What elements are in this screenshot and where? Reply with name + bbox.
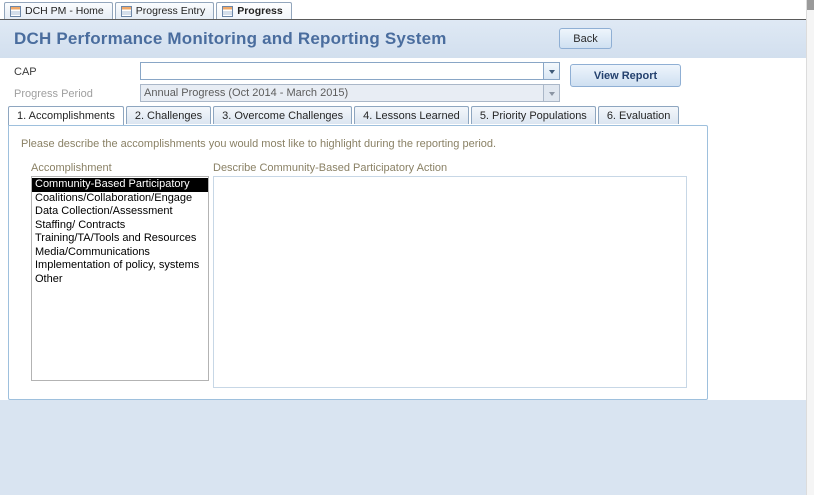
list-item[interactable]: Other [32, 273, 208, 287]
view-report-button[interactable]: View Report [570, 64, 681, 87]
list-item[interactable]: Data Collection/Assessment [32, 205, 208, 219]
doc-tab-progress-entry[interactable]: Progress Entry [115, 2, 214, 19]
accomplishment-list-label: Accomplishment [31, 162, 112, 174]
list-item[interactable]: Community-Based Participatory [32, 178, 208, 192]
progress-period-combobox[interactable]: Annual Progress (Oct 2014 - March 2015) [140, 84, 560, 102]
header: DCH Performance Monitoring and Reporting… [0, 20, 806, 58]
describe-textarea[interactable] [213, 176, 687, 388]
tab-evaluation[interactable]: 6. Evaluation [598, 106, 680, 124]
tab-lessons-learned[interactable]: 4. Lessons Learned [354, 106, 469, 124]
cap-combobox-value [141, 63, 543, 79]
list-item[interactable]: Media/Communications [32, 246, 208, 260]
doc-tab-progress[interactable]: Progress [216, 2, 292, 19]
page-title: DCH Performance Monitoring and Reporting… [14, 29, 447, 49]
accomplishments-panel: Please describe the accomplishments you … [8, 125, 708, 400]
document-tab-bar: DCH PM - Home Progress Entry Progress [0, 1, 806, 20]
describe-label: Describe Community-Based Participatory A… [213, 162, 447, 174]
progress-period-dropdown-arrow-icon [543, 85, 559, 101]
list-item[interactable]: Staffing/ Contracts [32, 219, 208, 233]
cap-label: CAP [14, 66, 37, 78]
tab-challenges[interactable]: 2. Challenges [126, 106, 211, 124]
doc-tab-label: Progress Entry [136, 5, 205, 17]
form-icon [10, 6, 21, 17]
form-icon [222, 6, 233, 17]
scrollbar-thumb[interactable] [807, 0, 814, 10]
progress-period-label: Progress Period [14, 88, 93, 100]
form-background [0, 400, 806, 495]
progress-period-combobox-value: Annual Progress (Oct 2014 - March 2015) [141, 85, 543, 101]
doc-tab-home[interactable]: DCH PM - Home [4, 2, 113, 19]
doc-tab-label: DCH PM - Home [25, 5, 104, 17]
back-button[interactable]: Back [559, 28, 612, 49]
list-item[interactable]: Coalitions/Collaboration/Engage [32, 192, 208, 206]
instruction-text: Please describe the accomplishments you … [21, 138, 496, 150]
tab-accomplishments[interactable]: 1. Accomplishments [8, 106, 124, 125]
cap-combobox[interactable] [140, 62, 560, 80]
cap-dropdown-arrow-icon[interactable] [543, 63, 559, 79]
accomplishment-listbox: Community-Based Participatory Coalitions… [31, 176, 209, 381]
form-icon [121, 6, 132, 17]
list-item[interactable]: Training/TA/Tools and Resources [32, 232, 208, 246]
vertical-scrollbar[interactable] [806, 0, 814, 495]
doc-tab-label: Progress [237, 5, 283, 17]
tab-priority-populations[interactable]: 5. Priority Populations [471, 106, 596, 124]
section-tab-strip: 1. Accomplishments 2. Challenges 3. Over… [8, 106, 679, 124]
app-window: DCH PM - Home Progress Entry Progress DC… [0, 0, 814, 495]
list-item[interactable]: Implementation of policy, systems [32, 259, 208, 273]
tab-overcome-challenges[interactable]: 3. Overcome Challenges [213, 106, 352, 124]
